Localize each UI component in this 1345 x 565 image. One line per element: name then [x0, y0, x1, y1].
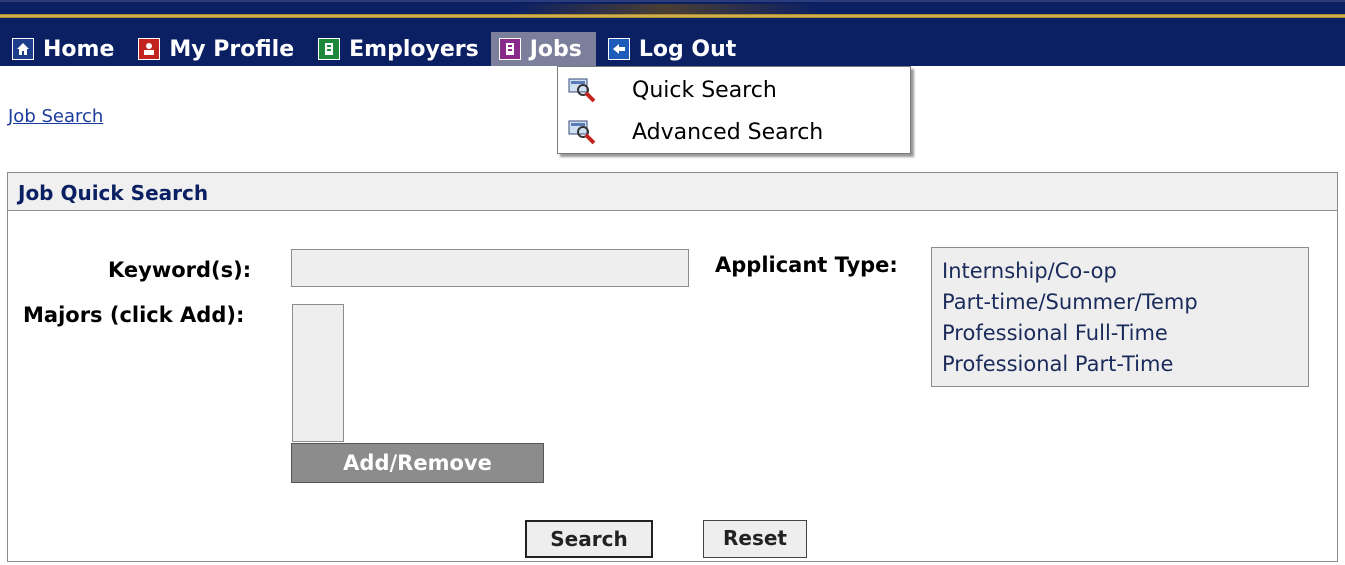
panel-title: Job Quick Search [18, 181, 209, 205]
majors-label: Majors (click Add): [23, 303, 245, 327]
nav-item-home[interactable]: Home [0, 32, 126, 66]
keyword-input[interactable] [291, 249, 689, 287]
search-magnifier-icon [568, 119, 596, 145]
menu-item-quick-search[interactable]: Quick Search [558, 69, 910, 111]
panel-header: Job Quick Search [8, 173, 1337, 211]
jobs-icon [498, 38, 521, 60]
applicant-type-listbox[interactable]: Internship/Co-op Part-time/Summer/Temp P… [931, 247, 1309, 387]
nav-item-label: Jobs [529, 36, 582, 62]
logout-icon [607, 38, 630, 60]
nav-item-label: Employers [349, 36, 479, 62]
profile-icon [138, 38, 161, 60]
job-quick-search-panel: Job Quick Search Keyword(s): Majors (cli… [7, 172, 1338, 562]
majors-listbox[interactable] [292, 304, 344, 442]
nav-item-jobs[interactable]: Jobs [490, 32, 596, 66]
top-gold-stripe [0, 14, 1345, 18]
add-remove-button[interactable]: Add/Remove [291, 443, 544, 483]
nav-item-employers[interactable]: Employers [306, 32, 491, 66]
main-nav: Home My Profile Employers Jobs Log Out [0, 32, 748, 66]
nav-item-log-out[interactable]: Log Out [596, 32, 748, 66]
applicant-type-label: Applicant Type: [715, 253, 898, 277]
applicant-type-option[interactable]: Professional Full-Time [942, 318, 1298, 349]
nav-item-my-profile[interactable]: My Profile [126, 32, 306, 66]
home-icon [12, 38, 34, 60]
menu-item-label: Quick Search [632, 77, 777, 103]
jobs-dropdown-menu: Quick Search Advanced Search [557, 66, 911, 154]
search-magnifier-icon [568, 77, 596, 103]
reset-button[interactable]: Reset [703, 520, 807, 558]
menu-item-label: Advanced Search [632, 119, 824, 145]
applicant-type-option[interactable]: Part-time/Summer/Temp [942, 287, 1298, 318]
search-button[interactable]: Search [525, 520, 653, 558]
top-nav-bar: Home My Profile Employers Jobs Log Out [0, 0, 1345, 66]
keyword-label: Keyword(s): [108, 258, 252, 282]
menu-item-advanced-search[interactable]: Advanced Search [558, 111, 910, 153]
employers-icon [318, 38, 341, 60]
applicant-type-option[interactable]: Professional Part-Time [942, 349, 1298, 380]
nav-item-label: Home [43, 36, 115, 62]
nav-item-label: My Profile [169, 36, 295, 62]
applicant-type-option[interactable]: Internship/Co-op [942, 256, 1298, 287]
nav-item-label: Log Out [638, 36, 737, 62]
breadcrumb-job-search[interactable]: Job Search [8, 106, 103, 127]
